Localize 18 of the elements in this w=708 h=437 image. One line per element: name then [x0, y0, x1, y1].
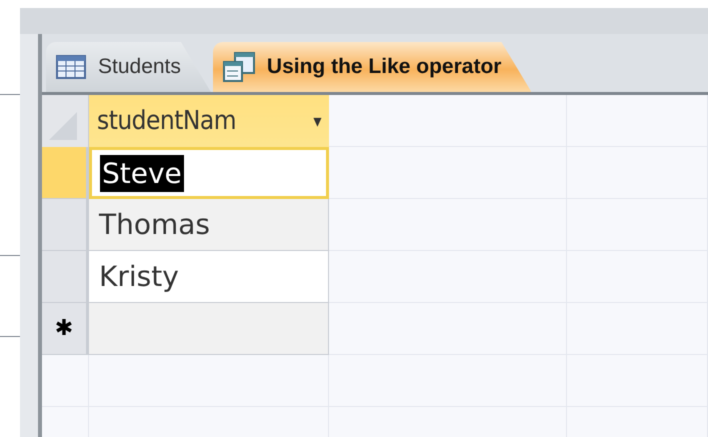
column-header[interactable]: studentNam ▾ — [89, 95, 329, 147]
document-tab[interactable]: Using the Like operator — [212, 42, 532, 92]
empty-cell[interactable] — [329, 355, 567, 407]
table-icon — [56, 55, 86, 79]
table-cell[interactable]: Steve — [89, 147, 329, 199]
table-cell[interactable]: Kristy — [89, 251, 329, 303]
query-icon — [222, 52, 255, 82]
record-selector[interactable]: ✱ — [42, 303, 89, 355]
new-record-marker: ✱ — [54, 316, 74, 341]
record-selector[interactable] — [42, 199, 89, 251]
empty-cell[interactable] — [567, 95, 708, 147]
document-tab[interactable]: Students — [46, 42, 211, 92]
record-selector[interactable] — [42, 147, 89, 199]
empty-cell[interactable] — [89, 355, 329, 407]
dropdown-icon[interactable]: ▾ — [313, 110, 321, 132]
table-cell[interactable]: Thomas — [89, 199, 329, 251]
record-selector[interactable] — [42, 251, 89, 303]
new-record-cell[interactable] — [89, 303, 329, 355]
